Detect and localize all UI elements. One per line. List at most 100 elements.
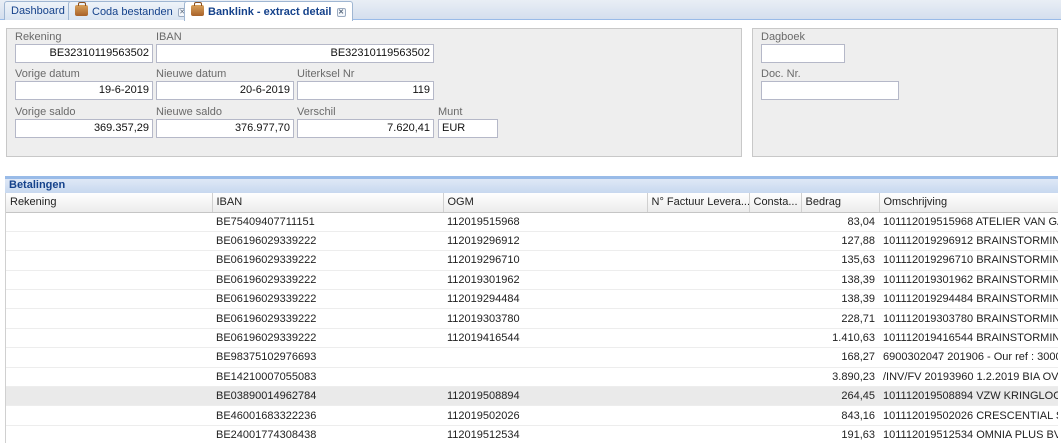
cell-constant [749, 308, 801, 329]
table-row[interactable]: BE06196029339222 112019296710 135,63 101112… [6, 250, 1058, 271]
nieuwe-datum-field[interactable]: 20-6-2019 [156, 81, 294, 100]
cell-iban: BE06196029339222 [212, 308, 443, 329]
cell-ogm [443, 347, 647, 368]
cell-iban: BE75409407711151 [212, 212, 443, 232]
dagboek-field[interactable] [761, 44, 845, 63]
cell-iban: BE06196029339222 [212, 328, 443, 349]
dagboek-label: Dagboek [761, 31, 806, 43]
vorige-datum-field[interactable]: 19-6-2019 [15, 81, 153, 100]
cell-rekening [6, 347, 212, 368]
briefcase-icon [191, 2, 204, 16]
cell-ogm: 112019512534 [443, 425, 647, 443]
column-header-factuur-leverancier[interactable]: N° Factuur Levera... [647, 193, 750, 213]
table-row[interactable]: BE06196029339222 112019416544 1.410,63 1011… [6, 328, 1058, 349]
cell-factuur [647, 405, 749, 426]
table-row[interactable]: BE98375102976693 168,27 6900302047 201906 … [6, 347, 1058, 368]
table-row[interactable]: BE06196029339222 112019303780 228,71 101112… [6, 308, 1058, 329]
cell-rekening [6, 212, 212, 232]
table-row[interactable]: BE46001683322236 112019502026 843,16 101112… [6, 405, 1058, 426]
column-header-rekening[interactable]: Rekening [6, 193, 213, 213]
cell-factuur [647, 328, 749, 349]
tab-label: Coda bestanden [92, 6, 173, 18]
cell-bedrag: 264,45 [801, 386, 879, 407]
iban-field[interactable]: BE32310119563502 [156, 44, 434, 63]
cell-iban: BE46001683322236 [212, 405, 443, 426]
tab-label: Banklink - extract detail [208, 6, 332, 18]
tab-coda-bestanden[interactable]: Coda bestanden ✕ [68, 1, 194, 20]
vorige-saldo-label: Vorige saldo [15, 106, 76, 118]
briefcase-icon [75, 2, 88, 16]
table-row[interactable]: BE75409407711151 112019515968 83,04 1011120… [6, 212, 1058, 232]
cell-omschrijving: 101112019294484 BRAINSTORMING S [879, 289, 1058, 310]
nieuwe-saldo-label: Nieuwe saldo [156, 106, 223, 118]
table-row[interactable]: BE03890014962784 112019508894 264,45 101112… [6, 386, 1058, 407]
cell-constant [749, 270, 801, 291]
cell-bedrag: 127,88 [801, 231, 879, 252]
cell-omschrijving: /INV/FV 20193960 1.2.2019 BIA OVER [879, 367, 1058, 388]
extract-info-panel: Rekening BE32310119563502 IBAN BE3231011… [6, 28, 742, 157]
cell-omschrijving: 101112019502026 CRESCENTIAL SA [879, 405, 1058, 426]
table-row[interactable]: BE06196029339222 112019301962 138,39 101112… [6, 270, 1058, 291]
close-icon[interactable]: ✕ [336, 8, 346, 17]
cell-constant [749, 212, 801, 232]
rekening-label: Rekening [15, 31, 62, 43]
cell-constant [749, 425, 801, 443]
cell-bedrag: 228,71 [801, 308, 879, 329]
cell-rekening [6, 328, 212, 349]
column-header-constant[interactable]: Consta... [749, 193, 802, 213]
rekening-field[interactable]: BE32310119563502 [15, 44, 153, 63]
cell-rekening [6, 308, 212, 329]
cell-ogm: 112019296710 [443, 250, 647, 271]
cell-bedrag: 135,63 [801, 250, 879, 271]
cell-bedrag: 138,39 [801, 289, 879, 310]
vorige-saldo-field[interactable]: 369.357,29 [15, 119, 153, 138]
column-header-omschrijving[interactable]: Omschrijving [879, 193, 1058, 213]
grid-header-row: Rekening IBAN OGM N° Factuur Levera... C… [6, 193, 1058, 213]
cell-rekening [6, 289, 212, 310]
cell-iban: BE06196029339222 [212, 270, 443, 291]
verschil-label: Verschil [297, 106, 336, 118]
table-row[interactable]: BE24001774308438 112019512534 191,63 101112… [6, 425, 1058, 443]
vorige-datum-label: Vorige datum [15, 68, 80, 80]
cell-rekening [6, 231, 212, 252]
cell-omschrijving: 101112019296912 BRAINSTORMING S [879, 231, 1058, 252]
cell-iban: BE06196029339222 [212, 289, 443, 310]
cell-rekening [6, 405, 212, 426]
table-row[interactable]: BE06196029339222 112019294484 138,39 101112… [6, 289, 1058, 310]
nieuwe-saldo-field[interactable]: 376.977,70 [156, 119, 294, 138]
doc-nr-label: Doc. Nr. [761, 68, 801, 80]
cell-bedrag: 843,16 [801, 405, 879, 426]
betalingen-grid: Rekening IBAN OGM N° Factuur Levera... C… [5, 193, 1058, 443]
cell-iban: BE14210007055083 [212, 367, 443, 388]
cell-constant [749, 405, 801, 426]
cell-iban: BE06196029339222 [212, 231, 443, 252]
nieuwe-datum-label: Nieuwe datum [156, 68, 227, 80]
verschil-field[interactable]: 7.620,41 [297, 119, 434, 138]
cell-factuur [647, 212, 749, 232]
cell-ogm: 112019303780 [443, 308, 647, 329]
cell-factuur [647, 270, 749, 291]
cell-factuur [647, 231, 749, 252]
tab-banklink-extract-detail[interactable]: Banklink - extract detail ✕ [184, 1, 353, 21]
munt-field[interactable]: EUR [438, 119, 498, 138]
munt-label: Munt [438, 106, 463, 118]
cell-rekening [6, 425, 212, 443]
column-header-ogm[interactable]: OGM [443, 193, 648, 213]
table-row[interactable]: BE06196029339222 112019296912 127,88 101112… [6, 231, 1058, 252]
cell-constant [749, 347, 801, 368]
tab-dashboard[interactable]: Dashboard [4, 1, 72, 20]
cell-factuur [647, 289, 749, 310]
cell-ogm [443, 367, 647, 388]
cell-ogm: 112019296912 [443, 231, 647, 252]
cell-factuur [647, 250, 749, 271]
cell-omschrijving: 101112019301962 BRAINSTORMING S [879, 270, 1058, 291]
cell-omschrijving: 101112019508894 VZW KRINGLOOPV [879, 386, 1058, 407]
column-header-bedrag[interactable]: Bedrag [801, 193, 880, 213]
cell-ogm: 112019294484 [443, 289, 647, 310]
uittreksel-nr-field[interactable]: 119 [297, 81, 434, 100]
cell-ogm: 112019515968 [443, 212, 647, 232]
table-row[interactable]: BE14210007055083 3.890,23/INV/FV 20193960… [6, 367, 1058, 388]
doc-nr-field[interactable] [761, 81, 899, 100]
column-header-iban[interactable]: IBAN [212, 193, 444, 213]
cell-bedrag: 191,63 [801, 425, 879, 443]
